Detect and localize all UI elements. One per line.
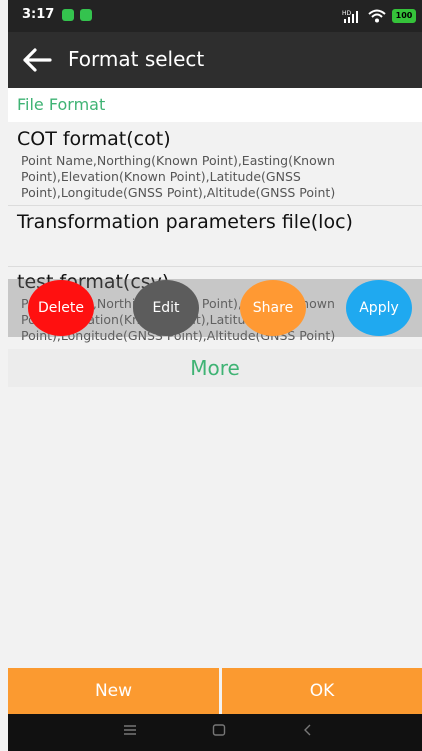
wifi-icon [368, 8, 386, 27]
signal-label: HD [342, 10, 352, 17]
item-title: COT format(cot) [17, 128, 171, 150]
page-title: Format select [68, 47, 205, 71]
list-item-cot[interactable]: COT format(cot) Point Name,Northing(Know… [8, 123, 422, 205]
system-nav-bar [8, 714, 422, 751]
back-icon[interactable] [301, 722, 315, 741]
item-description: Point Name,Northing(Known Point),Easting… [21, 153, 336, 200]
arrow-left-icon[interactable] [22, 48, 52, 76]
share-button[interactable]: Share [240, 280, 306, 336]
delete-button[interactable]: Delete [28, 280, 94, 336]
status-time: 3:17 [22, 7, 55, 22]
notification-icon [62, 9, 74, 21]
section-title: File Format [17, 95, 106, 114]
ok-button[interactable]: OK [222, 668, 422, 714]
battery-icon: 100 [392, 9, 416, 23]
item-title: Transformation parameters file(loc) [17, 211, 353, 233]
app-header: Format select [8, 32, 422, 88]
home-icon[interactable] [212, 722, 226, 741]
apply-button[interactable]: Apply [346, 280, 412, 336]
edit-button[interactable]: Edit [133, 280, 199, 336]
more-button[interactable]: More [8, 349, 422, 387]
section-header: File Format [8, 88, 422, 122]
new-button[interactable]: New [8, 668, 219, 714]
list-item-loc[interactable]: Transformation parameters file(loc) [8, 206, 422, 266]
status-bar: 3:17 HD 100 [8, 0, 422, 32]
notification-icon [80, 9, 92, 21]
menu-icon[interactable] [123, 722, 137, 741]
signal-icon: HD [342, 8, 362, 27]
